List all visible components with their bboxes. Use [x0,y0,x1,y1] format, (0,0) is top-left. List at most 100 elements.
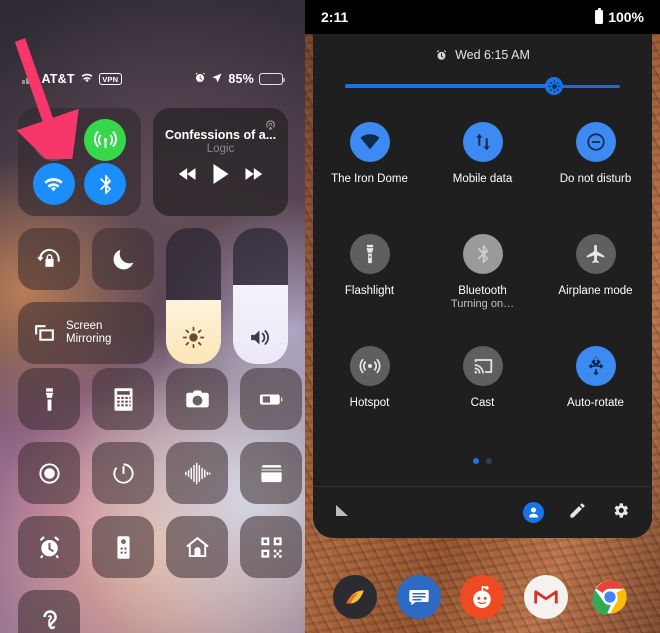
flashlight-icon [366,244,373,264]
battery-icon [259,73,285,85]
ios-control-center-screen: AT&T VPN 85% Confessions of a... Logic S… [0,0,305,633]
brightness-slider-knob[interactable] [545,77,563,95]
qs-tile-auto-rotate[interactable]: Auto-rotate [539,336,652,448]
hotspot-icon-circle[interactable] [349,346,390,386]
qs-tile-cast[interactable]: Cast [426,336,539,448]
qs-tile-label: Bluetooth [458,285,507,297]
now-playing-module[interactable]: Confessions of a... Logic [153,108,288,216]
auto-rotate-icon-circle[interactable] [575,346,616,386]
mobile-data-icon-circle[interactable] [462,122,503,162]
home-tile[interactable] [166,516,228,578]
do-not-disturb-icon [586,133,605,151]
moon-icon [113,249,133,269]
ios-extra-tiles-grid [18,368,302,633]
airplane-icon-circle[interactable] [575,234,616,274]
cellular-data-toggle[interactable] [84,119,127,161]
qs-tile-wifi[interactable]: The Iron Dome [313,112,426,224]
airplay-icon[interactable] [263,117,278,132]
qs-tile-hotspot[interactable]: Hotspot [313,336,426,448]
user-icon [529,507,538,518]
brightness-slider[interactable] [345,77,620,95]
timer-icon [112,462,134,484]
volume-icon [233,325,288,350]
qs-tile-flashlight[interactable]: Flashlight [313,224,426,336]
android-status-bar: 2:11 100% [305,0,660,34]
qs-tile-label: Cast [470,397,495,409]
dock-app-1[interactable] [332,575,377,619]
battery-percent: 100% [608,9,644,25]
track-title: Confessions of a... [165,128,276,142]
qs-tile-label: Do not disturb [559,173,632,185]
hearing-icon [42,609,57,629]
next-track-button[interactable] [243,167,263,186]
brightness-slider[interactable] [166,228,221,364]
dock-app-messages[interactable] [396,575,441,619]
screen-record-tile[interactable] [18,442,80,504]
mobile-data-icon [475,133,490,151]
airplane-mode-toggle[interactable] [32,119,75,161]
dock-app-chrome[interactable] [588,575,632,619]
cast-icon-circle[interactable] [462,346,503,386]
alarm-text: Wed 6:15 AM [455,48,530,62]
dock-app-reddit[interactable] [460,575,505,619]
flashlight-icon-circle[interactable] [349,234,390,274]
dock-app-gmail[interactable] [524,575,569,619]
qs-tile-mobile-data[interactable]: Mobile data [426,112,539,224]
app-dock [305,575,660,619]
alarm-clock-icon [39,535,59,559]
bluetooth-icon [477,244,488,264]
wifi-icon [44,177,63,191]
calculator-tile[interactable] [92,368,154,430]
timer-tile[interactable] [92,442,154,504]
user-switch-button[interactable] [523,502,544,523]
volume-slider[interactable] [233,228,288,364]
settings-button[interactable] [611,501,630,525]
edit-tiles-button[interactable] [568,501,587,525]
hearing-tile[interactable] [18,590,80,633]
alarm-icon [436,49,447,60]
camera-tile[interactable] [166,368,228,430]
alarm-tile[interactable] [18,516,80,578]
qs-tile-label: Airplane mode [558,285,633,297]
do-not-disturb-tile[interactable] [92,228,154,290]
flashlight-tile[interactable] [18,368,80,430]
qr-code-icon [260,536,282,558]
bluetooth-icon-circle[interactable] [462,234,503,274]
qs-tile-label: Mobile data [452,173,513,185]
wallet-tile[interactable] [240,442,302,504]
calculator-icon [114,387,132,411]
qs-tile-bluetooth[interactable]: Bluetooth Turning on… [426,224,539,336]
android-quick-settings-screen: 2:11 100% Wed 6:15 AM The Iron Dome Mobi… [305,0,660,633]
bluetooth-toggle[interactable] [84,163,127,205]
low-power-mode-tile[interactable] [240,368,302,430]
location-arrow-icon [211,72,223,87]
carrier-name: AT&T [41,72,75,86]
screen-mirroring-tile[interactable]: Screen Mirroring [18,302,154,364]
pencil-icon [570,502,585,518]
qs-tile-label: Flashlight [344,285,395,297]
connectivity-module[interactable] [18,108,141,216]
cellular-icon [93,130,117,148]
do-not-disturb-icon-circle[interactable] [575,122,616,162]
qr-code-scanner-tile[interactable] [240,516,302,578]
collapse-handle-icon[interactable] [335,502,351,523]
rotation-lock-tile[interactable] [18,228,80,290]
play-button[interactable] [212,164,229,189]
wifi-icon [359,134,380,150]
wifi-toggle[interactable] [32,163,75,205]
track-artist: Logic [206,143,235,155]
airplane-icon [44,130,63,150]
qs-tile-do-not-disturb[interactable]: Do not disturb [539,112,652,224]
sound-recognition-tile[interactable] [166,442,228,504]
page-dot-2[interactable] [486,458,492,464]
page-dot-1[interactable] [473,458,479,464]
next-alarm[interactable]: Wed 6:15 AM [313,34,652,62]
screen-mirroring-icon [35,324,54,341]
apple-tv-remote-tile[interactable] [92,516,154,578]
wifi-icon-circle[interactable] [349,122,390,162]
home-icon [185,536,209,557]
page-indicator[interactable] [313,458,652,464]
previous-track-button[interactable] [178,167,198,186]
qs-tile-airplane-mode[interactable]: Airplane mode [539,224,652,336]
clock: 2:11 [321,9,349,25]
